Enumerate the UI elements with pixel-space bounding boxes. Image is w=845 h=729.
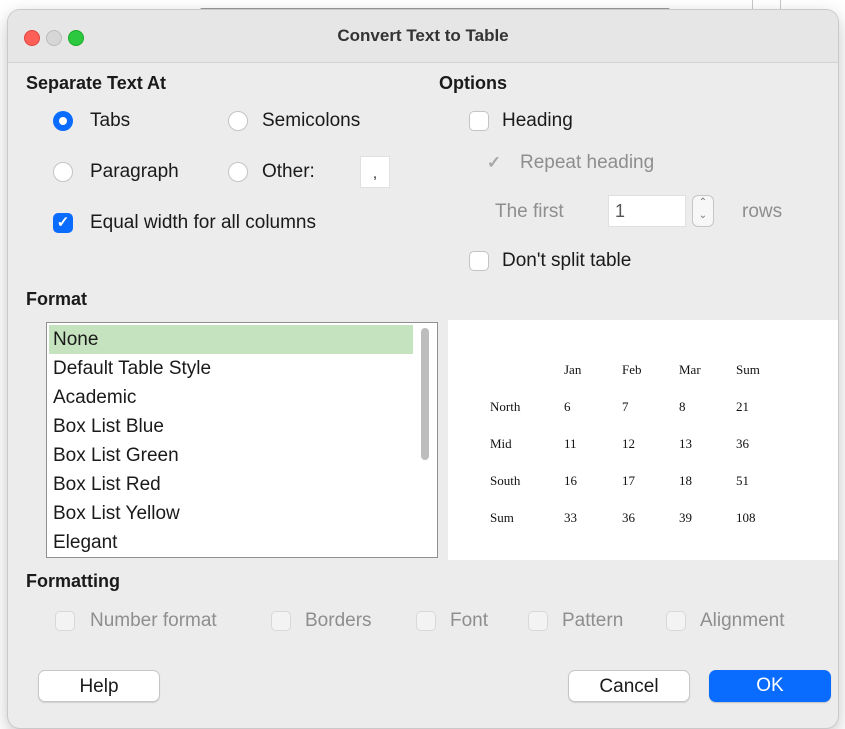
radio-semicolons[interactable] bbox=[228, 111, 248, 131]
format-item-default[interactable]: Default Table Style bbox=[49, 354, 413, 383]
format-item-box-list-blue[interactable]: Box List Blue bbox=[49, 412, 413, 441]
cancel-button[interactable]: Cancel bbox=[568, 670, 690, 702]
help-button[interactable]: Help bbox=[38, 670, 160, 702]
equal-width-label[interactable]: Equal width for all columns bbox=[90, 212, 316, 234]
borders-checkbox[interactable] bbox=[271, 611, 291, 631]
format-preview: Jan Feb Mar Sum North 6 7 8 21 Mid 11 12… bbox=[448, 320, 838, 560]
radio-tabs-label[interactable]: Tabs bbox=[90, 110, 130, 132]
convert-text-dialog: Convert Text to Table Separate Text At T… bbox=[8, 10, 838, 728]
heading-label[interactable]: Heading bbox=[502, 110, 573, 132]
borders-label: Borders bbox=[305, 610, 372, 631]
preview-cell: 51 bbox=[736, 473, 749, 488]
font-checkbox[interactable] bbox=[416, 611, 436, 631]
preview-cell: 13 bbox=[679, 436, 692, 451]
pattern-label: Pattern bbox=[562, 610, 624, 631]
dont-split-checkbox[interactable] bbox=[469, 251, 489, 271]
preview-cell: 18 bbox=[679, 473, 692, 488]
zoom-window-button[interactable] bbox=[68, 30, 84, 46]
preview-cell: 17 bbox=[622, 473, 635, 488]
preview-cell: Sum bbox=[736, 362, 760, 377]
equal-width-checkbox[interactable]: ✓ bbox=[53, 213, 73, 233]
options-heading: Options bbox=[439, 73, 507, 93]
format-heading: Format bbox=[26, 289, 88, 309]
dialog-title: Convert Text to Table bbox=[337, 26, 509, 45]
format-item-elegant[interactable]: Elegant bbox=[49, 528, 413, 557]
preview-cell: 108 bbox=[736, 510, 756, 525]
number-format-checkbox[interactable] bbox=[55, 611, 75, 631]
format-item-box-list-yellow[interactable]: Box List Yellow bbox=[49, 499, 413, 528]
repeat-heading-checkbox[interactable]: ✓ bbox=[484, 153, 504, 173]
preview-cell: North bbox=[490, 399, 521, 414]
preview-cell: 36 bbox=[622, 510, 635, 525]
title-bar: Convert Text to Table bbox=[8, 10, 838, 63]
alignment-label: Alignment bbox=[700, 610, 785, 631]
preview-cell: Jan bbox=[564, 362, 582, 377]
preview-cell: 39 bbox=[679, 510, 692, 525]
spin-arrows-icon[interactable]: ⌃ ⌄ bbox=[692, 195, 714, 227]
radio-other-label[interactable]: Other: bbox=[262, 161, 315, 183]
preview-cell: 12 bbox=[622, 436, 635, 451]
radio-paragraph[interactable] bbox=[53, 162, 73, 182]
preview-cell: 8 bbox=[679, 399, 686, 414]
other-separator-input[interactable]: , bbox=[360, 156, 390, 188]
preview-cell: 33 bbox=[564, 510, 577, 525]
alignment-checkbox[interactable] bbox=[666, 611, 686, 631]
pattern-checkbox[interactable] bbox=[528, 611, 548, 631]
format-item-academic[interactable]: Academic bbox=[49, 383, 413, 412]
first-rows-input[interactable]: 1 bbox=[608, 195, 686, 227]
preview-cell: Feb bbox=[622, 362, 642, 377]
preview-cell: 7 bbox=[622, 399, 629, 414]
ok-button[interactable]: OK bbox=[709, 670, 831, 702]
close-window-button[interactable] bbox=[24, 30, 40, 46]
radio-tabs[interactable] bbox=[53, 111, 73, 131]
preview-cell: 36 bbox=[736, 436, 749, 451]
number-format-label: Number format bbox=[90, 610, 217, 631]
preview-cell: 6 bbox=[564, 399, 571, 414]
preview-cell: Mar bbox=[679, 362, 701, 377]
radio-other[interactable] bbox=[228, 162, 248, 182]
formatting-heading: Formatting bbox=[26, 571, 120, 591]
first-rows-label: The first bbox=[495, 201, 564, 222]
font-label: Font bbox=[450, 610, 489, 631]
format-item-box-list-red[interactable]: Box List Red bbox=[49, 470, 413, 499]
separate-heading: Separate Text At bbox=[26, 73, 167, 93]
preview-cell: 11 bbox=[564, 436, 577, 451]
radio-semicolons-label[interactable]: Semicolons bbox=[262, 110, 360, 132]
preview-cell: 16 bbox=[564, 473, 577, 488]
format-list-scrollbar[interactable] bbox=[421, 328, 429, 460]
repeat-heading-label: Repeat heading bbox=[520, 152, 655, 173]
rows-unit-label: rows bbox=[742, 201, 783, 222]
preview-cell: 21 bbox=[736, 399, 749, 414]
preview-cell: Mid bbox=[490, 436, 512, 451]
preview-cell: South bbox=[490, 473, 521, 488]
minimize-window-button[interactable] bbox=[46, 30, 62, 46]
radio-paragraph-label[interactable]: Paragraph bbox=[90, 161, 179, 183]
format-list[interactable]: None Default Table Style Academic Box Li… bbox=[46, 322, 438, 558]
preview-cell: Sum bbox=[490, 510, 514, 525]
format-item-none[interactable]: None bbox=[49, 325, 413, 354]
format-item-box-list-green[interactable]: Box List Green bbox=[49, 441, 413, 470]
dont-split-label[interactable]: Don't split table bbox=[502, 250, 631, 272]
heading-checkbox[interactable] bbox=[469, 111, 489, 131]
